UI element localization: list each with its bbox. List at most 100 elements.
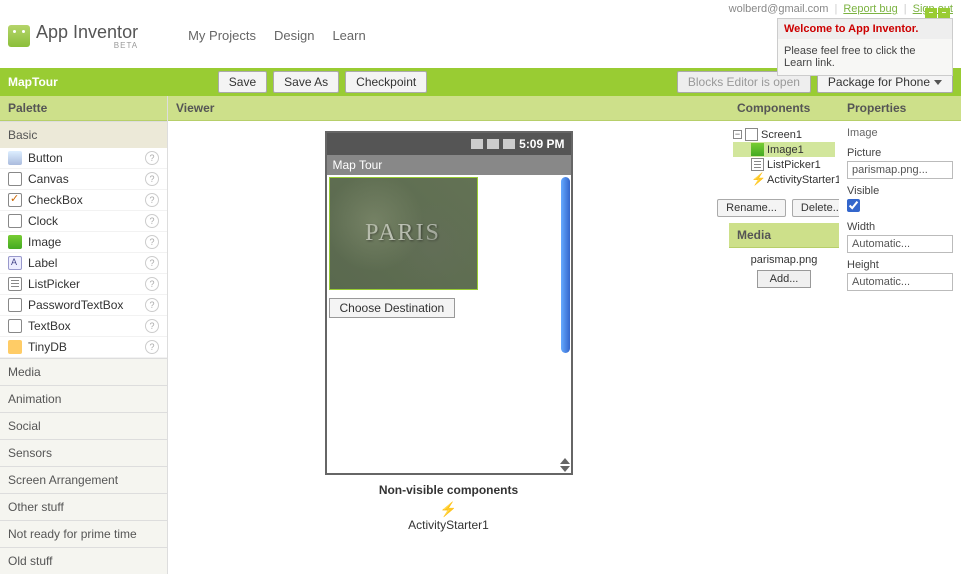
welcome-close-icon[interactable]: – <box>938 8 950 18</box>
battery-icon <box>503 139 515 149</box>
help-icon[interactable]: ? <box>145 151 159 165</box>
palette-drawer-other-stuff[interactable]: Other stuff <box>0 493 167 520</box>
palette-drawer-not-ready-for-prime-time[interactable]: Not ready for prime time <box>0 520 167 547</box>
phone-statusbar: 5:09 PM <box>327 133 571 155</box>
choose-destination-button[interactable]: Choose Destination <box>329 298 456 318</box>
welcome-minimize-icon[interactable]: – <box>925 8 937 18</box>
textbox-icon <box>8 319 22 333</box>
nonvis-item-label: ActivityStarter1 <box>379 518 518 532</box>
viewer-header: Viewer <box>168 96 729 121</box>
signal-icon <box>487 139 499 149</box>
logo: App Inventor BETA <box>8 22 138 50</box>
logo-text: App Inventor <box>36 22 138 42</box>
checkbox-icon <box>8 193 22 207</box>
palette-drawer-old-stuff[interactable]: Old stuff <box>0 547 167 574</box>
nav-learn[interactable]: Learn <box>332 28 365 43</box>
palette-drawer-social[interactable]: Social <box>0 412 167 439</box>
top-nav: My Projects Design Learn <box>188 22 366 43</box>
list-icon <box>751 158 764 171</box>
header: App Inventor BETA My Projects Design Lea… <box>0 18 961 68</box>
scroll-arrows[interactable] <box>560 457 571 473</box>
palette-header: Palette <box>0 96 167 121</box>
help-icon[interactable]: ? <box>145 256 159 270</box>
palette-item-label[interactable]: Label? <box>0 253 167 274</box>
image-icon <box>8 235 22 249</box>
top-user-bar: wolberd@gmail.com | Report bug | Sign ou… <box>0 0 961 18</box>
components-column: Components − Screen1 Image1 ListPicker1 … <box>729 96 839 574</box>
nonvis-title: Non-visible components <box>379 483 518 497</box>
prop-picture-input[interactable] <box>847 161 953 179</box>
palette-item-clock[interactable]: Clock? <box>0 211 167 232</box>
chevron-down-icon <box>934 80 942 85</box>
palette-drawer-sensors[interactable]: Sensors <box>0 439 167 466</box>
tree-image1[interactable]: Image1 <box>733 142 835 157</box>
help-icon[interactable]: ? <box>145 340 159 354</box>
vertical-scrollbar[interactable] <box>561 177 570 353</box>
palette-item-textbox[interactable]: TextBox? <box>0 316 167 337</box>
checkpoint-button[interactable]: Checkpoint <box>345 71 427 93</box>
status-time: 5:09 PM <box>519 137 564 151</box>
viewer-column: Viewer 5:09 PM Map Tour PARIS Choose Des… <box>168 96 729 574</box>
canvas-icon <box>8 172 22 186</box>
palette-item-tinydb[interactable]: TinyDB? <box>0 337 167 358</box>
activity-icon: ⚡ <box>751 173 764 186</box>
rename-button[interactable]: Rename... <box>717 199 786 217</box>
add-media-button[interactable]: Add... <box>757 270 812 288</box>
properties-column: Properties Image Picture Visible Width H… <box>839 96 961 574</box>
nav-design[interactable]: Design <box>274 28 314 43</box>
palette-drawer-media[interactable]: Media <box>0 358 167 385</box>
palette-drawer-animation[interactable]: Animation <box>0 385 167 412</box>
prop-visible-checkbox[interactable] <box>847 199 860 212</box>
media-header: Media <box>729 223 839 248</box>
status-icon <box>471 139 483 149</box>
image-icon <box>751 143 764 156</box>
palette-drawer-screen-arrangement[interactable]: Screen Arrangement <box>0 466 167 493</box>
welcome-panel: Welcome to App Inventor. –– Please feel … <box>777 18 953 76</box>
collapse-icon[interactable]: − <box>733 130 742 139</box>
help-icon[interactable]: ? <box>145 319 159 333</box>
palette-item-image[interactable]: Image? <box>0 232 167 253</box>
palette-item-checkbox[interactable]: CheckBox? <box>0 190 167 211</box>
screen-icon <box>745 128 758 141</box>
passwordtextbox-icon <box>8 298 22 312</box>
image-component[interactable]: PARIS <box>329 177 478 290</box>
prop-width-label: Width <box>847 221 953 233</box>
palette-drawer-basic[interactable]: Basic <box>0 121 167 148</box>
tree-activitystarter1[interactable]: ⚡ ActivityStarter1 <box>733 172 835 187</box>
user-email: wolberd@gmail.com <box>729 3 829 15</box>
help-icon[interactable]: ? <box>145 193 159 207</box>
welcome-title: Welcome to App Inventor. <box>784 23 918 35</box>
palette-item-button[interactable]: Button? <box>0 148 167 169</box>
project-name: MapTour <box>8 75 58 89</box>
clock-icon <box>8 214 22 228</box>
app-titlebar: Map Tour <box>327 155 571 175</box>
help-icon[interactable]: ? <box>145 172 159 186</box>
prop-visible-label: Visible <box>847 185 953 197</box>
selected-component-label: Image <box>847 127 953 139</box>
media-file[interactable]: parismap.png <box>735 254 833 266</box>
help-icon[interactable]: ? <box>145 277 159 291</box>
label-icon <box>8 256 22 270</box>
tree-listpicker1[interactable]: ListPicker1 <box>733 157 835 172</box>
prop-height-label: Height <box>847 259 953 271</box>
activity-starter-icon[interactable]: ⚡ <box>379 501 518 518</box>
help-icon[interactable]: ? <box>145 214 159 228</box>
help-icon[interactable]: ? <box>145 298 159 312</box>
properties-header: Properties <box>839 96 961 121</box>
logo-beta: BETA <box>36 41 138 50</box>
components-header: Components <box>729 96 839 121</box>
palette-column: Palette Basic Button?Canvas?CheckBox?Clo… <box>0 96 168 574</box>
palette-item-canvas[interactable]: Canvas? <box>0 169 167 190</box>
save-button[interactable]: Save <box>218 71 267 93</box>
help-icon[interactable]: ? <box>145 235 159 249</box>
save-as-button[interactable]: Save As <box>273 71 339 93</box>
palette-item-listpicker[interactable]: ListPicker? <box>0 274 167 295</box>
prop-width-input[interactable] <box>847 235 953 253</box>
android-icon <box>8 25 30 47</box>
tree-screen1[interactable]: − Screen1 <box>733 127 835 142</box>
report-bug-link[interactable]: Report bug <box>843 3 897 15</box>
palette-item-passwordtextbox[interactable]: PasswordTextBox? <box>0 295 167 316</box>
prop-height-input[interactable] <box>847 273 953 291</box>
nav-my-projects[interactable]: My Projects <box>188 28 256 43</box>
listpicker-icon <box>8 277 22 291</box>
